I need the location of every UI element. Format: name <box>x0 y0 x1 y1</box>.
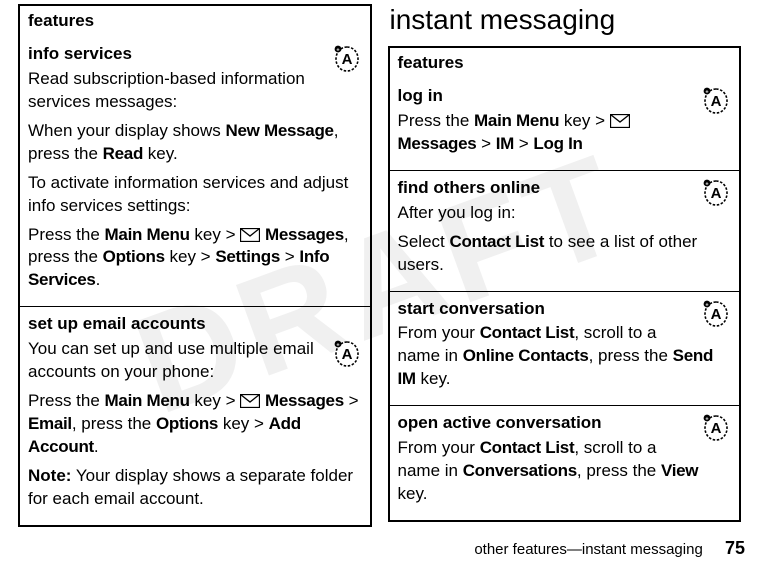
left-table-header: features <box>19 5 371 37</box>
section-heading: instant messaging <box>390 4 742 36</box>
operator-a-icon: A+ <box>332 45 362 73</box>
operator-a-icon: A+ <box>701 87 731 115</box>
svg-text:+: + <box>705 181 708 187</box>
ui-label: Conversations <box>463 461 577 480</box>
ui-label: Messages <box>398 134 477 153</box>
ui-label: Main Menu <box>474 111 559 130</box>
svg-text:A: A <box>711 93 722 110</box>
note-label: Note: <box>28 466 71 485</box>
ui-label: View <box>661 461 698 480</box>
page-number: 75 <box>725 538 745 558</box>
svg-text:A: A <box>341 51 352 68</box>
ui-label: Contact List <box>480 323 575 342</box>
operator-a-icon: A+ <box>332 340 362 368</box>
envelope-icon <box>240 228 260 242</box>
svg-text:A: A <box>341 346 352 363</box>
right-features-table: features A+log inPress the Main Menu key… <box>388 46 742 522</box>
ui-label: Main Menu <box>105 391 190 410</box>
svg-text:+: + <box>705 90 708 96</box>
ui-label: Main Menu <box>105 225 190 244</box>
ui-label: Email <box>28 414 72 433</box>
svg-text:A: A <box>711 306 722 323</box>
envelope-icon <box>610 114 630 128</box>
feature-cell: A+open active conversationFrom your Cont… <box>389 406 741 521</box>
right-column: instant messaging features A+log inPress… <box>380 4 750 527</box>
envelope-icon <box>240 394 260 408</box>
ui-label: Settings <box>215 247 280 266</box>
ui-label: IM <box>496 134 514 153</box>
svg-text:A: A <box>711 185 722 202</box>
ui-label: Online Contacts <box>463 346 589 365</box>
ui-label: Read <box>103 144 143 163</box>
feature-title: log in <box>398 85 732 108</box>
feature-cell: A+log inPress the Main Menu key > Messag… <box>389 79 741 170</box>
ui-label: Contact List <box>480 438 575 457</box>
ui-label: Messages <box>265 391 344 410</box>
left-column: features A+info servicesRead subscriptio… <box>10 4 380 527</box>
svg-text:+: + <box>705 302 708 308</box>
ui-label: Contact List <box>449 232 544 251</box>
svg-text:+: + <box>336 343 339 349</box>
right-table-header: features <box>389 47 741 79</box>
ui-label: Messages <box>265 225 344 244</box>
svg-text:+: + <box>336 48 339 54</box>
feature-cell: set up email accountsA+You can set up an… <box>19 307 371 526</box>
operator-a-icon: A+ <box>701 414 731 442</box>
ui-label: Options <box>103 247 165 266</box>
feature-title: info services <box>28 43 362 66</box>
feature-title: start conversation <box>398 298 732 321</box>
ui-label: New Message <box>225 121 333 140</box>
feature-title: set up email accounts <box>28 313 362 336</box>
ui-label: Info Services <box>28 247 329 289</box>
feature-title: find others online <box>398 177 732 200</box>
operator-a-icon: A+ <box>701 179 731 207</box>
feature-cell: A+info servicesRead subscription-based i… <box>19 37 371 307</box>
ui-label: Log In <box>533 134 582 153</box>
footer-text: other features—instant messaging <box>474 541 702 558</box>
feature-title: open active conversation <box>398 412 732 435</box>
page-content: features A+info servicesRead subscriptio… <box>0 0 759 527</box>
left-features-table: features A+info servicesRead subscriptio… <box>18 4 372 527</box>
feature-cell: A+find others onlineAfter you log in:Sel… <box>389 170 741 291</box>
page-footer: other features—instant messaging 75 <box>474 538 745 559</box>
ui-label: Options <box>156 414 218 433</box>
svg-text:+: + <box>705 417 708 423</box>
feature-cell: A+start conversationFrom your Contact Li… <box>389 291 741 406</box>
svg-text:A: A <box>711 420 722 437</box>
operator-a-icon: A+ <box>701 300 731 328</box>
